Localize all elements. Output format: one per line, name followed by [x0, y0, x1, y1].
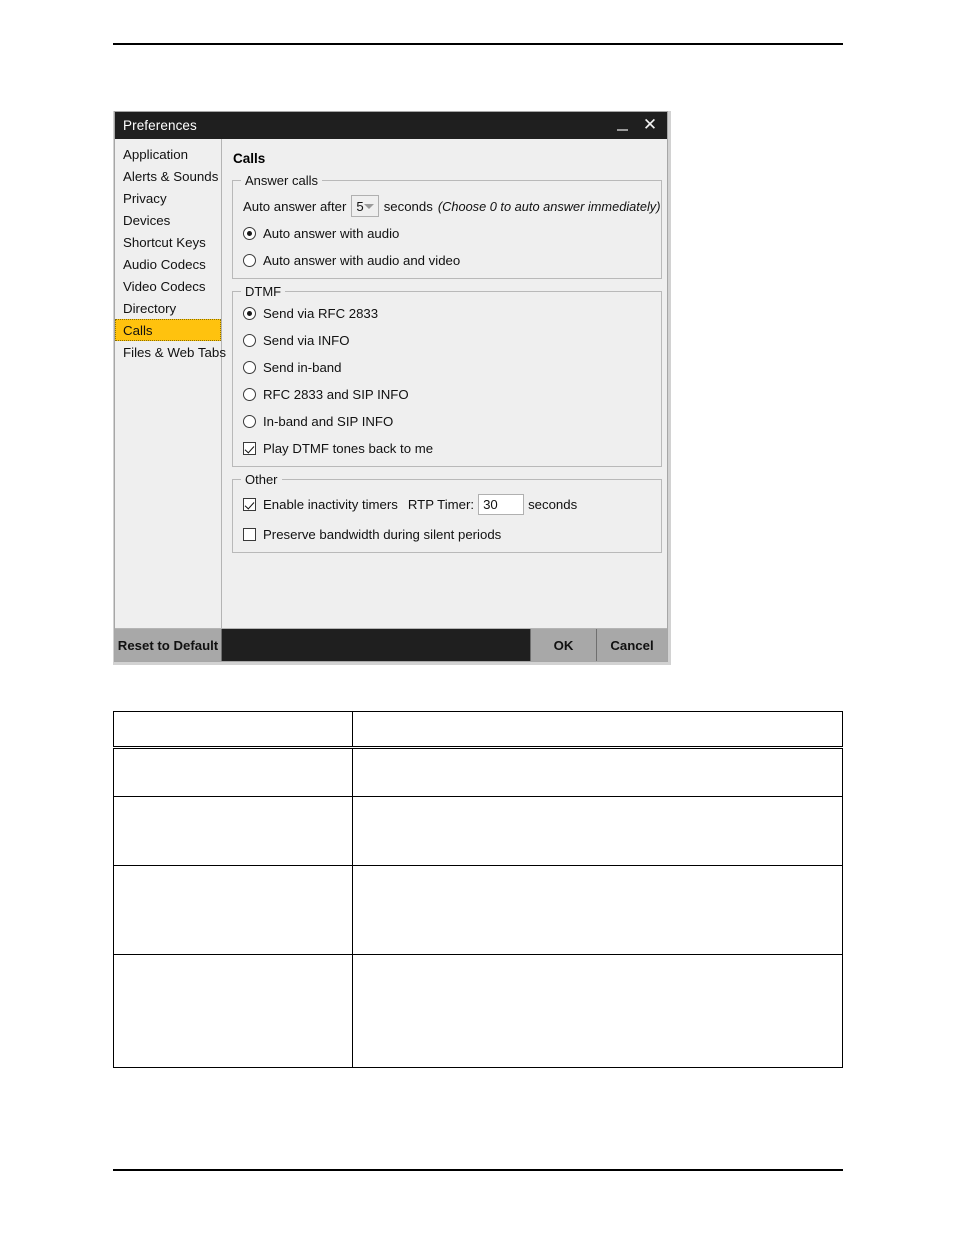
page-title: Calls [233, 151, 266, 166]
table-cell [113, 796, 353, 866]
radio-send-via-rfc2833[interactable]: Send via RFC 2833 [243, 306, 651, 321]
auto-answer-label: Auto answer after [243, 198, 347, 214]
titlebar-buttons: ✕ [609, 112, 663, 139]
radio-icon [243, 254, 256, 267]
table-cell [352, 747, 843, 797]
minimize-icon [616, 128, 628, 131]
cancel-button[interactable]: Cancel [596, 629, 667, 661]
minimize-button[interactable] [609, 113, 635, 139]
radio-icon [243, 307, 256, 320]
preferences-sidebar: Application Alerts & Sounds Privacy Devi… [115, 139, 226, 628]
sidebar-item-files-web-tabs[interactable]: Files & Web Tabs [115, 341, 226, 363]
sidebar-item-alerts-sounds[interactable]: Alerts & Sounds [115, 165, 221, 187]
table-row [113, 865, 843, 955]
sidebar-item-video-codecs[interactable]: Video Codecs [115, 275, 221, 297]
sidebar-item-shortcut-keys[interactable]: Shortcut Keys [115, 231, 221, 253]
table-row [113, 711, 843, 749]
group-answer-calls: Answer calls Auto answer after 5 seconds… [232, 173, 662, 279]
page-header-rule [113, 43, 843, 45]
table-cell [113, 711, 353, 749]
radio-label: Send in-band [263, 360, 342, 375]
table-row [113, 747, 843, 797]
radio-in-band-and-sip-info[interactable]: In-band and SIP INFO [243, 414, 651, 429]
ok-button[interactable]: OK [530, 629, 596, 661]
radio-label: Send via RFC 2833 [263, 306, 379, 321]
table-cell [113, 865, 353, 955]
radio-send-in-band[interactable]: Send in-band [243, 360, 651, 375]
checkbox-play-dtmf-tones[interactable]: Play DTMF tones back to me [243, 441, 651, 456]
dialog-titlebar[interactable]: Preferences ✕ [115, 112, 667, 139]
table-cell [113, 954, 353, 1068]
radio-auto-answer-audio[interactable]: Auto answer with audio [243, 226, 651, 241]
sidebar-item-privacy[interactable]: Privacy [115, 187, 221, 209]
table-cell [352, 711, 843, 749]
group-other: Other Enable inactivity timers RTP Timer… [232, 472, 662, 553]
chevron-down-icon [363, 203, 374, 209]
close-icon: ✕ [642, 115, 658, 135]
radio-label: Auto answer with audio and video [263, 253, 461, 268]
rtp-seconds-label: seconds [528, 497, 578, 512]
page-footer-rule [113, 1169, 843, 1171]
checkbox-label-enable-inactivity-timers: Enable inactivity timers [263, 497, 398, 512]
radio-icon [243, 415, 256, 428]
preferences-content: Calls Answer calls Auto answer after 5 s… [222, 139, 667, 628]
inactivity-timers-row: Enable inactivity timers RTP Timer: 30 s… [243, 494, 651, 515]
table-row [113, 796, 843, 866]
checkbox-icon[interactable] [243, 498, 256, 511]
radio-label: RFC 2833 and SIP INFO [263, 387, 409, 402]
radio-send-via-info[interactable]: Send via INFO [243, 333, 651, 348]
auto-answer-seconds-label: seconds [383, 198, 433, 214]
preferences-dialog: Preferences ✕ Application Alerts & Sound… [114, 111, 668, 662]
group-dtmf: DTMF Send via RFC 2833 Send via INFO Sen… [232, 284, 662, 467]
radio-icon [243, 361, 256, 374]
close-button[interactable]: ✕ [637, 113, 663, 139]
sidebar-item-audio-codecs[interactable]: Audio Codecs [115, 253, 221, 275]
radio-label: Send via INFO [263, 333, 350, 348]
checkbox-icon [243, 528, 256, 541]
radio-label: Auto answer with audio [263, 226, 400, 241]
group-legend-dtmf: DTMF [241, 284, 286, 299]
table-row [113, 954, 843, 1068]
checkbox-label: Preserve bandwidth during silent periods [263, 527, 502, 542]
table-cell [352, 796, 843, 866]
group-legend-other: Other [241, 472, 282, 487]
auto-answer-row: Auto answer after 5 seconds (Choose 0 to… [243, 195, 660, 217]
radio-icon [243, 227, 256, 240]
table-cell [352, 954, 843, 1068]
footer-spacer [222, 629, 530, 661]
group-legend-answer-calls: Answer calls [241, 173, 322, 188]
table-cell [352, 865, 843, 955]
checkbox-label: Play DTMF tones back to me [263, 441, 434, 456]
checkbox-icon [243, 442, 256, 455]
rtp-timer-input[interactable]: 30 [478, 494, 525, 515]
auto-answer-value: 5 [356, 198, 364, 214]
dialog-footer: Reset to Default OK Cancel [115, 628, 667, 661]
radio-auto-answer-audio-video[interactable]: Auto answer with audio and video [243, 253, 651, 268]
rtp-timer-label: RTP Timer: [407, 497, 475, 512]
sidebar-item-directory[interactable]: Directory [115, 297, 221, 319]
radio-rfc2833-and-sip-info[interactable]: RFC 2833 and SIP INFO [243, 387, 651, 402]
sidebar-item-application[interactable]: Application [115, 143, 221, 165]
checkbox-preserve-bandwidth[interactable]: Preserve bandwidth during silent periods [243, 527, 651, 542]
dialog-body: Application Alerts & Sounds Privacy Devi… [115, 139, 667, 628]
dialog-title: Preferences [123, 118, 197, 133]
radio-icon [243, 388, 256, 401]
auto-answer-select[interactable]: 5 [351, 195, 379, 217]
radio-icon [243, 334, 256, 347]
document-table [113, 711, 843, 1068]
sidebar-item-devices[interactable]: Devices [115, 209, 221, 231]
sidebar-item-calls[interactable]: Calls [115, 319, 221, 341]
auto-answer-hint: (Choose 0 to auto answer immediately) [437, 198, 661, 214]
table-cell [113, 747, 353, 797]
radio-label: In-band and SIP INFO [263, 414, 394, 429]
reset-to-default-button[interactable]: Reset to Default [115, 629, 222, 661]
